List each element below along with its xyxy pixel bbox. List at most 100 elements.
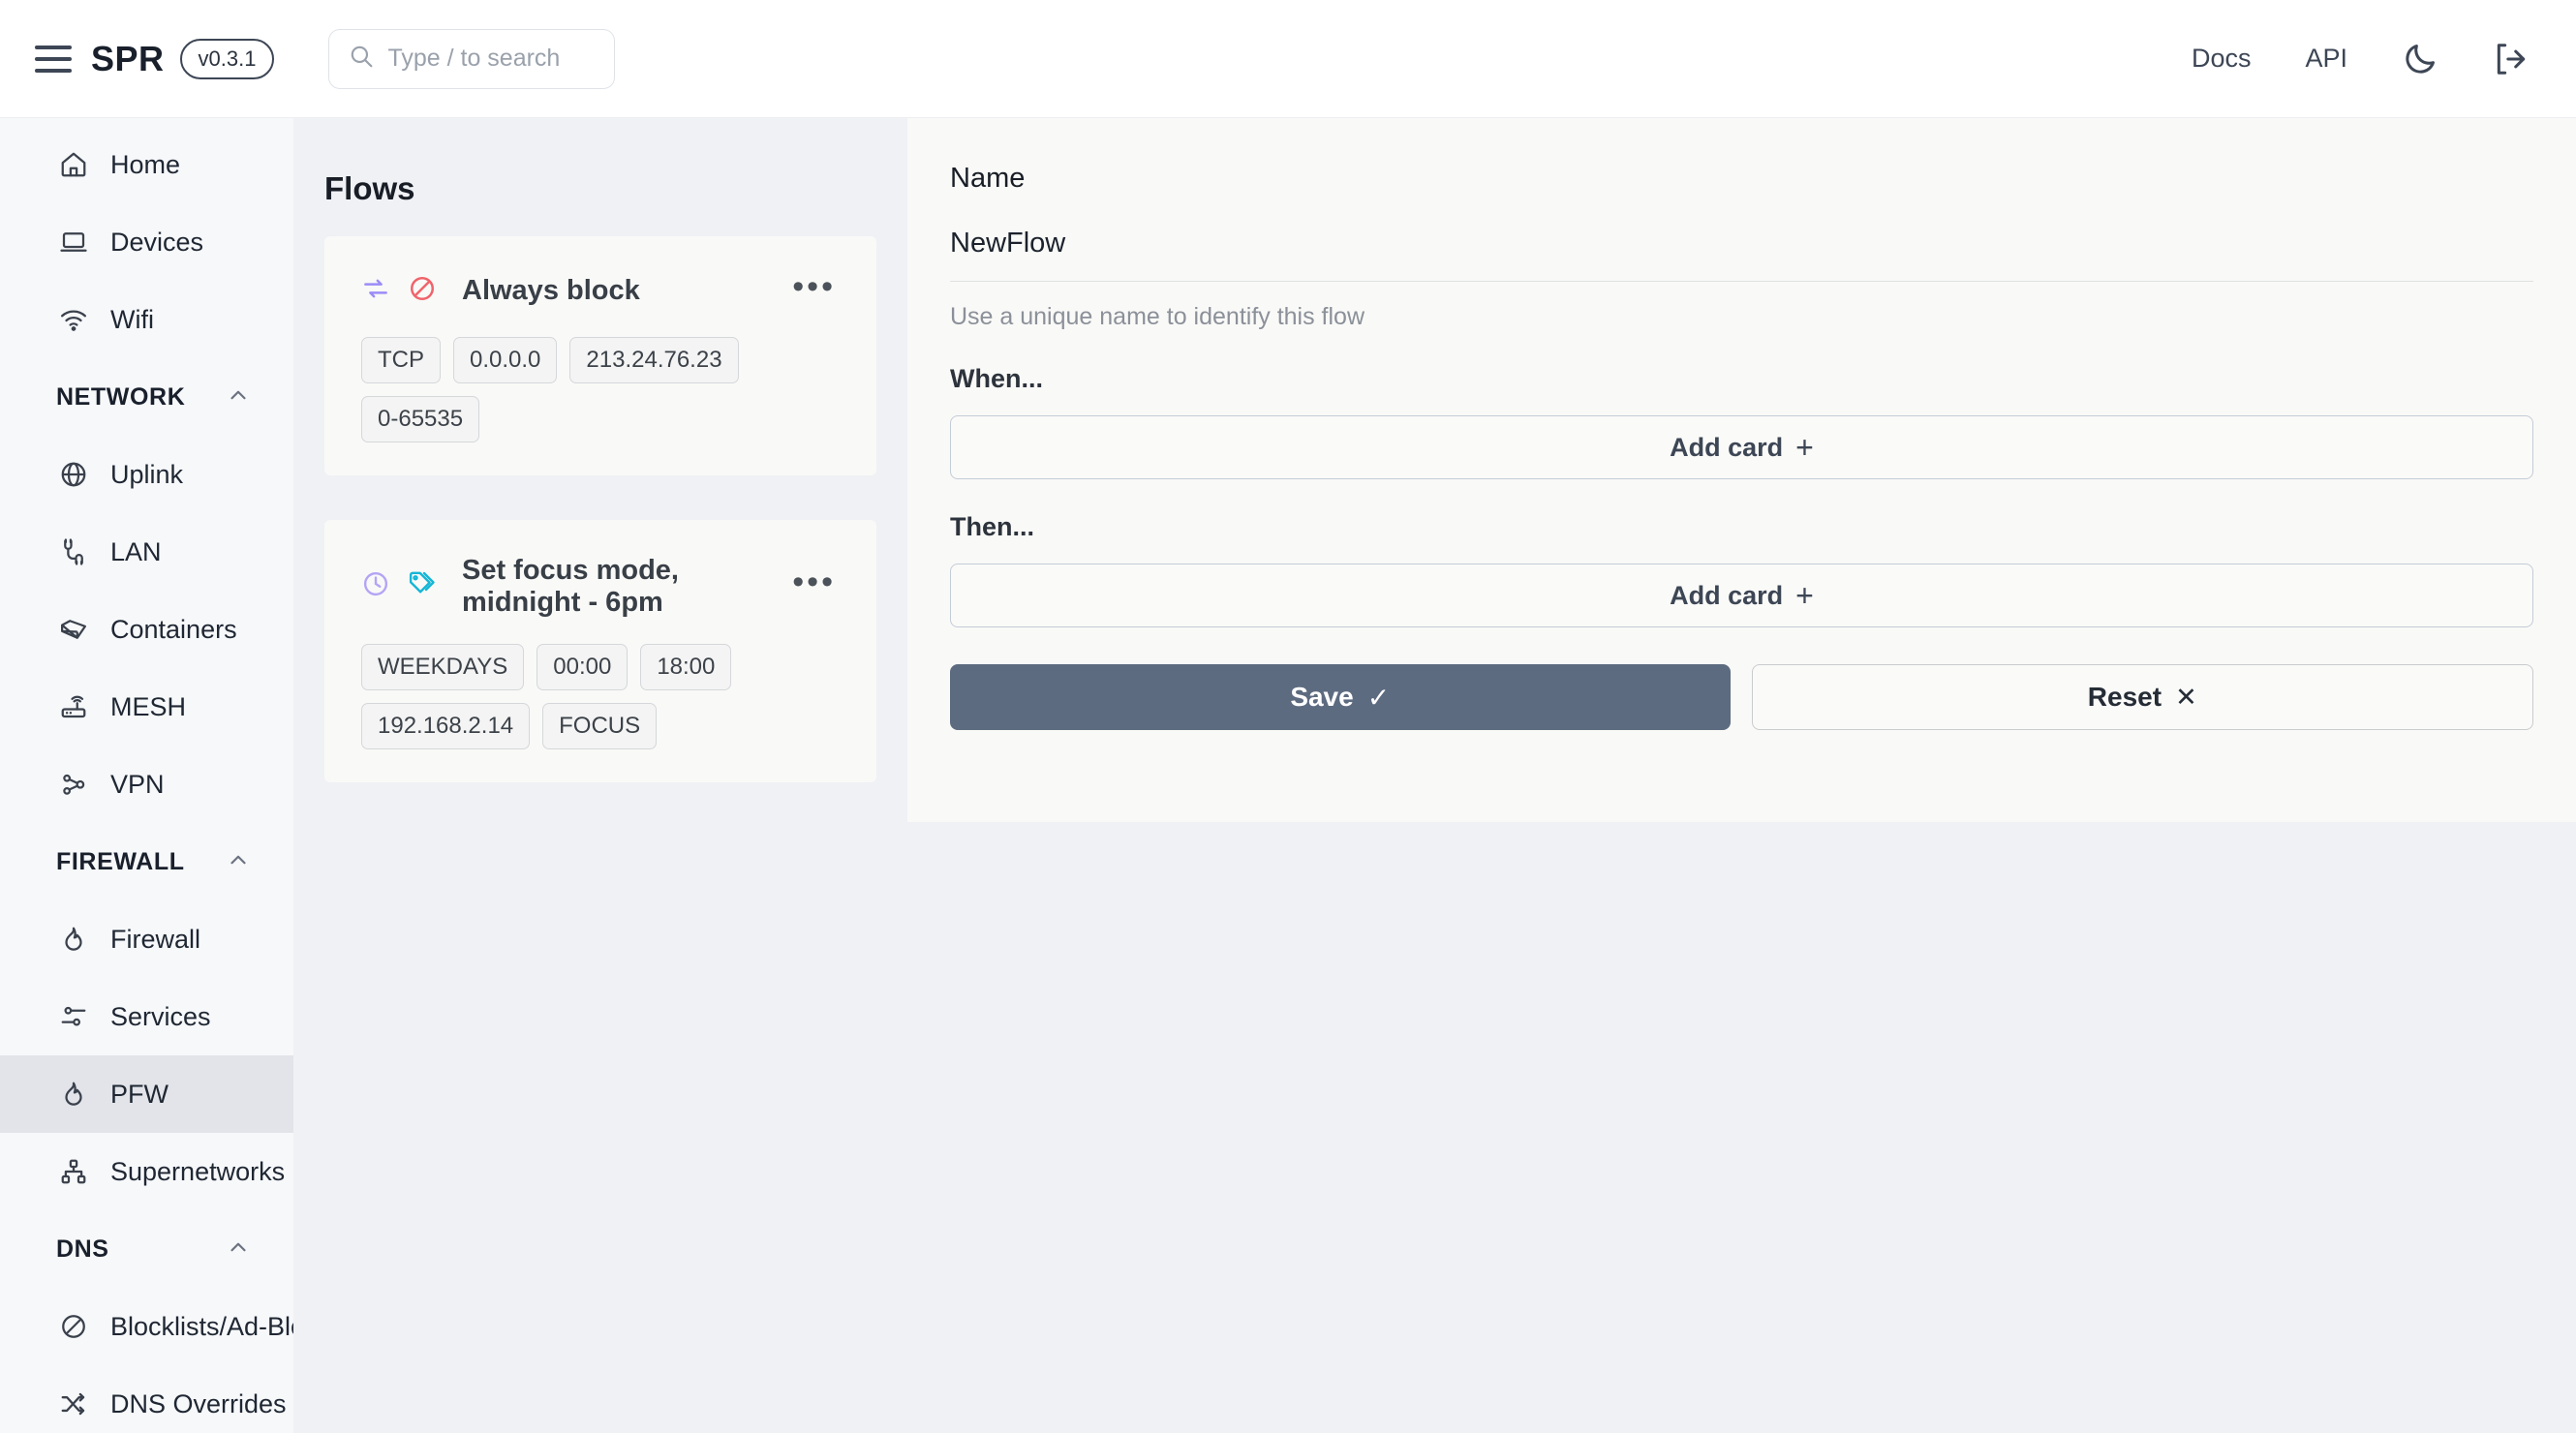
sidebar-item-home[interactable]: Home (0, 126, 293, 203)
sidebar-item-label: PFW (110, 1079, 169, 1109)
shuffle-icon (58, 1388, 89, 1419)
reset-label: Reset (2087, 682, 2162, 712)
router-icon (58, 691, 89, 722)
flow-card-header: Always block ••• (361, 270, 840, 312)
search-input[interactable]: Type / to search (328, 28, 616, 89)
sidebar-section-network[interactable]: NETWORK (0, 358, 293, 436)
flow-editor-panel: Name NewFlow Use a unique name to identi… (907, 118, 2576, 822)
sidebar-section-dns[interactable]: DNS (0, 1210, 293, 1288)
sidebar-item-devices[interactable]: Devices (0, 203, 293, 281)
app-header: SPR v0.3.1 Type / to search Docs API (0, 0, 2576, 118)
sidebar-item-wifi[interactable]: Wifi (0, 281, 293, 358)
sidebar-section-label: NETWORK (56, 382, 186, 411)
chevron-up-icon (226, 847, 251, 877)
add-when-card-button[interactable]: Add card + (950, 415, 2533, 479)
api-link[interactable]: API (2305, 44, 2347, 74)
laptop-icon (58, 227, 89, 258)
search-placeholder: Type / to search (387, 45, 561, 72)
check-icon: ✓ (1366, 682, 1391, 713)
logout-icon[interactable] (2493, 41, 2530, 77)
sidebar-item-label: Wifi (110, 304, 154, 334)
flow-editor-column: Name NewFlow Use a unique name to identi… (907, 118, 2576, 1433)
flow-tag: 00:00 (537, 643, 629, 690)
add-then-card-button[interactable]: Add card + (950, 564, 2533, 627)
flow-card-title: Set focus mode, midnight - 6pm (462, 554, 679, 618)
chevron-up-icon (226, 1235, 251, 1265)
flame-icon (58, 924, 89, 955)
sidebar-item-label: Home (110, 149, 181, 179)
version-badge: v0.3.1 (179, 38, 275, 79)
name-label: Name (950, 163, 1026, 194)
brand-logo: SPR (91, 38, 165, 78)
sidebar-item-blocklists[interactable]: Blocklists/Ad-Block (0, 1288, 293, 1365)
sidebar-item-label: MESH (110, 691, 187, 721)
sidebar-item-label: Blocklists/Ad-Block (110, 1311, 293, 1341)
sidebar-item-label: LAN (110, 536, 162, 566)
flow-card[interactable]: Set focus mode, midnight - 6pm ••• WEEKD… (324, 519, 876, 782)
close-icon: ✕ (2175, 682, 2197, 712)
flow-card[interactable]: Always block ••• TCP 0.0.0.0 213.24.76.2… (324, 236, 876, 475)
save-label: Save (1290, 682, 1354, 712)
sidebar-item-pfw[interactable]: PFW (0, 1055, 293, 1133)
globe-icon (58, 459, 89, 490)
sidebar-item-label: Services (110, 1001, 211, 1031)
flow-tag: 18:00 (640, 643, 732, 690)
flow-tag: 192.168.2.14 (361, 702, 531, 749)
share-nodes-icon (58, 769, 89, 800)
sidebar-item-label: VPN (110, 769, 165, 799)
sidebar-nav: Home Devices Wifi NETWORK Uplink LAN Con… (0, 118, 293, 1433)
flow-card-header: Set focus mode, midnight - 6pm ••• (361, 555, 840, 619)
sliders-icon (58, 1001, 89, 1032)
add-card-label: Add card (1670, 432, 1784, 462)
repeat-icon (361, 274, 390, 308)
ban-icon (58, 1311, 89, 1342)
flow-name-input[interactable]: NewFlow (950, 195, 2533, 282)
moon-icon[interactable] (2402, 41, 2438, 77)
sidebar-section-label: DNS (56, 1235, 109, 1263)
save-button[interactable]: Save ✓ (950, 664, 1731, 730)
flow-card-tags: TCP 0.0.0.0 213.24.76.23 0-65535 (361, 336, 840, 442)
reset-button[interactable]: Reset ✕ (1751, 664, 2533, 730)
block-icon (408, 274, 437, 308)
flow-tag: TCP (361, 336, 441, 383)
docs-link[interactable]: Docs (2192, 44, 2252, 74)
flow-tag: 0.0.0.0 (453, 336, 558, 383)
name-helper-text: Use a unique name to identify this flow (950, 303, 1365, 330)
add-card-label: Add card (1670, 580, 1784, 610)
flow-card-tags: WEEKDAYS 00:00 18:00 192.168.2.14 FOCUS (361, 643, 840, 749)
flow-tag: WEEKDAYS (361, 643, 525, 690)
flow-card-menu-button[interactable]: ••• (773, 565, 840, 607)
home-icon (58, 149, 89, 180)
chevron-up-icon (226, 382, 251, 412)
sitemap-icon (58, 1156, 89, 1187)
sidebar-item-dns-overrides[interactable]: DNS Overrides (0, 1365, 293, 1433)
container-icon (58, 614, 89, 645)
sidebar-item-label: Containers (110, 614, 237, 644)
sidebar-item-mesh[interactable]: MESH (0, 668, 293, 746)
sidebar-item-label: Uplink (110, 459, 184, 489)
search-icon (349, 44, 374, 74)
flows-column: Flows Always block ••• TCP 0.0.0.0 213.2… (293, 118, 907, 1433)
sidebar-item-services[interactable]: Services (0, 978, 293, 1055)
sidebar-item-lan[interactable]: LAN (0, 513, 293, 591)
flow-tag: FOCUS (542, 702, 658, 749)
sidebar-item-supernetworks[interactable]: Supernetworks (0, 1133, 293, 1210)
sidebar-item-label: Devices (110, 227, 204, 257)
editor-actions: Save ✓ Reset ✕ (950, 664, 2533, 730)
tags-icon (408, 569, 437, 603)
plus-icon: + (1795, 578, 1814, 613)
flow-card-menu-button[interactable]: ••• (773, 270, 840, 312)
sidebar-item-firewall[interactable]: Firewall (0, 900, 293, 978)
flow-card-title: Always block (462, 275, 640, 307)
sidebar-item-uplink[interactable]: Uplink (0, 436, 293, 513)
wifi-icon (58, 304, 89, 335)
sidebar-item-containers[interactable]: Containers (0, 591, 293, 668)
clock-icon (361, 569, 390, 603)
plus-icon: + (1795, 430, 1814, 465)
when-section-label: When... (950, 364, 1043, 393)
cable-icon (58, 536, 89, 567)
flow-tag: 213.24.76.23 (569, 336, 739, 383)
hamburger-icon[interactable] (35, 39, 76, 79)
sidebar-section-firewall[interactable]: FIREWALL (0, 823, 293, 900)
sidebar-item-vpn[interactable]: VPN (0, 746, 293, 823)
